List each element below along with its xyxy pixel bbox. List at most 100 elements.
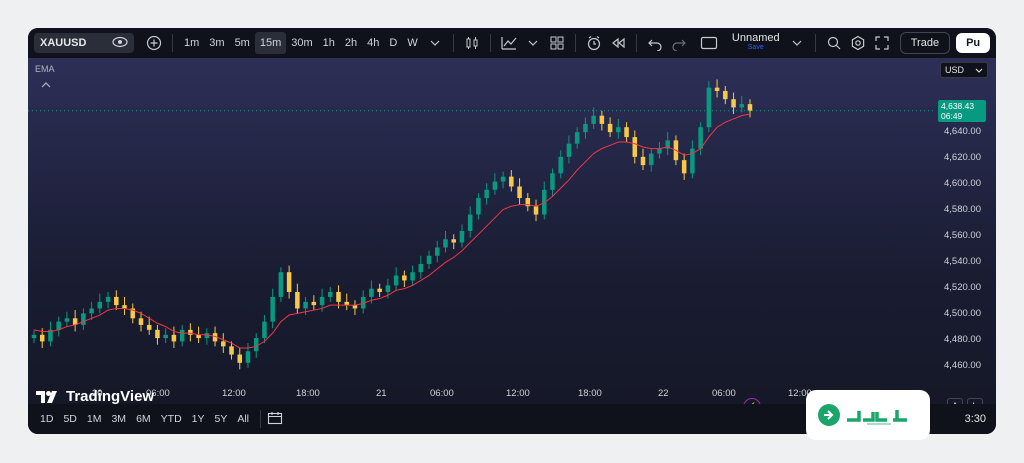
divider bbox=[814, 34, 816, 52]
publish-button[interactable]: Pu bbox=[956, 33, 991, 53]
range-5d[interactable]: 5D bbox=[58, 413, 81, 425]
candles-icon[interactable] bbox=[460, 32, 484, 54]
range-1y[interactable]: 1Y bbox=[187, 413, 210, 425]
date-range-calendar-icon[interactable] bbox=[267, 411, 283, 428]
candle bbox=[426, 250, 432, 269]
undo-icon[interactable] bbox=[643, 32, 667, 54]
candle bbox=[418, 255, 424, 279]
candle bbox=[56, 316, 61, 337]
candle bbox=[204, 328, 210, 345]
price-tick: 4,620.00 bbox=[944, 152, 981, 163]
last-price: 4,638.43 bbox=[941, 100, 975, 111]
time-tick: 12:00 bbox=[222, 388, 246, 399]
candle bbox=[81, 308, 86, 330]
candle bbox=[533, 199, 539, 222]
chart-pane[interactable]: EMA USD 4,660.004,640.004,620.004,600.00… bbox=[28, 58, 996, 416]
candle bbox=[97, 293, 103, 314]
candle bbox=[690, 140, 695, 179]
candle bbox=[295, 283, 300, 314]
candle bbox=[731, 92, 736, 115]
range-ytd[interactable]: YTD bbox=[156, 413, 187, 425]
candle bbox=[467, 206, 473, 238]
clock-time[interactable]: 3:30 bbox=[965, 413, 986, 425]
candle bbox=[328, 287, 333, 302]
candle bbox=[599, 110, 605, 131]
candle bbox=[221, 333, 226, 353]
trade-button[interactable]: Trade bbox=[899, 32, 951, 54]
last-price-tag: 4,638.43 06:49 bbox=[938, 99, 986, 122]
range-5y[interactable]: 5Y bbox=[210, 413, 233, 425]
candle bbox=[410, 265, 415, 286]
layout-chevron-icon[interactable] bbox=[785, 32, 809, 54]
eye-icon[interactable] bbox=[112, 36, 128, 51]
interval-group: 1m 3m 5m 15m 30m 1h 2h 4h D W bbox=[179, 32, 423, 54]
candle bbox=[583, 117, 588, 139]
interval-30m[interactable]: 30m bbox=[286, 32, 317, 54]
interval-w[interactable]: W bbox=[402, 32, 422, 54]
layout-name-button[interactable]: Unnamed Save bbox=[727, 32, 785, 54]
fullscreen-icon[interactable] bbox=[870, 32, 894, 54]
compare-plus-icon[interactable] bbox=[142, 32, 166, 54]
time-tick: 12:00 bbox=[506, 388, 530, 399]
candle bbox=[484, 183, 489, 205]
settings-gear-icon[interactable] bbox=[846, 32, 870, 54]
price-tick: 4,640.00 bbox=[944, 126, 981, 137]
divider bbox=[172, 34, 173, 52]
candle bbox=[624, 122, 629, 143]
layout-rectangle-icon[interactable] bbox=[697, 32, 721, 54]
interval-d[interactable]: D bbox=[384, 32, 402, 54]
price-tick: 4,600.00 bbox=[944, 178, 981, 189]
symbol-search[interactable]: XAUUSD bbox=[34, 33, 134, 53]
range-1m[interactable]: 1M bbox=[82, 413, 107, 425]
interval-4h[interactable]: 4h bbox=[362, 32, 384, 54]
interval-5m[interactable]: 5m bbox=[230, 32, 255, 54]
brand-logo-icon bbox=[818, 404, 907, 426]
indicators-icon[interactable] bbox=[497, 32, 521, 54]
range-1d[interactable]: 1D bbox=[35, 413, 58, 425]
candle bbox=[616, 118, 621, 139]
redo-icon[interactable] bbox=[667, 32, 691, 54]
range-group: 1D 5D 1M 3M 6M YTD 1Y 5Y All bbox=[35, 413, 254, 425]
candle bbox=[443, 231, 448, 253]
candle bbox=[122, 296, 127, 316]
time-tick: 06:00 bbox=[430, 388, 454, 399]
price-tick: 4,580.00 bbox=[944, 204, 981, 215]
candle bbox=[640, 148, 646, 171]
range-3m[interactable]: 3M bbox=[106, 413, 131, 425]
candle bbox=[48, 321, 53, 347]
divider bbox=[635, 34, 637, 52]
interval-1h[interactable]: 1h bbox=[318, 32, 340, 54]
time-tick: 22 bbox=[658, 388, 669, 399]
quick-search-icon[interactable] bbox=[822, 32, 846, 54]
candle bbox=[64, 311, 70, 327]
replay-rewind-icon[interactable] bbox=[606, 32, 630, 54]
candle bbox=[377, 283, 382, 297]
candle bbox=[262, 315, 267, 344]
interval-3m[interactable]: 3m bbox=[204, 32, 229, 54]
more-intervals-chevron-icon[interactable] bbox=[423, 32, 447, 54]
indicators-chevron-icon[interactable] bbox=[521, 32, 545, 54]
templates-grid-icon[interactable] bbox=[545, 32, 569, 54]
tradingview-logo: TradingView bbox=[36, 388, 154, 405]
candle bbox=[270, 288, 275, 329]
chart-window: XAUUSD 1m 3m 5m 15m 30m 1h 2h 4h D W Unn… bbox=[28, 28, 996, 434]
time-tick: 18:00 bbox=[296, 388, 320, 399]
range-all[interactable]: All bbox=[232, 413, 254, 425]
time-tick: 06:00 bbox=[712, 388, 736, 399]
candle bbox=[31, 329, 37, 344]
interval-1m[interactable]: 1m bbox=[179, 32, 204, 54]
logo-text: TradingView bbox=[66, 388, 155, 405]
candle bbox=[550, 168, 555, 197]
price-plot[interactable] bbox=[28, 58, 996, 404]
price-tick: 4,480.00 bbox=[944, 334, 981, 345]
interval-2h[interactable]: 2h bbox=[340, 32, 362, 54]
candle bbox=[632, 130, 638, 164]
candle bbox=[509, 170, 514, 192]
alert-clock-icon[interactable] bbox=[582, 32, 606, 54]
interval-15m[interactable]: 15m bbox=[254, 32, 287, 54]
range-6m[interactable]: 6M bbox=[131, 413, 156, 425]
candle bbox=[435, 240, 440, 263]
watermark-badge bbox=[806, 390, 930, 440]
candle bbox=[344, 293, 349, 311]
candle bbox=[706, 81, 712, 133]
